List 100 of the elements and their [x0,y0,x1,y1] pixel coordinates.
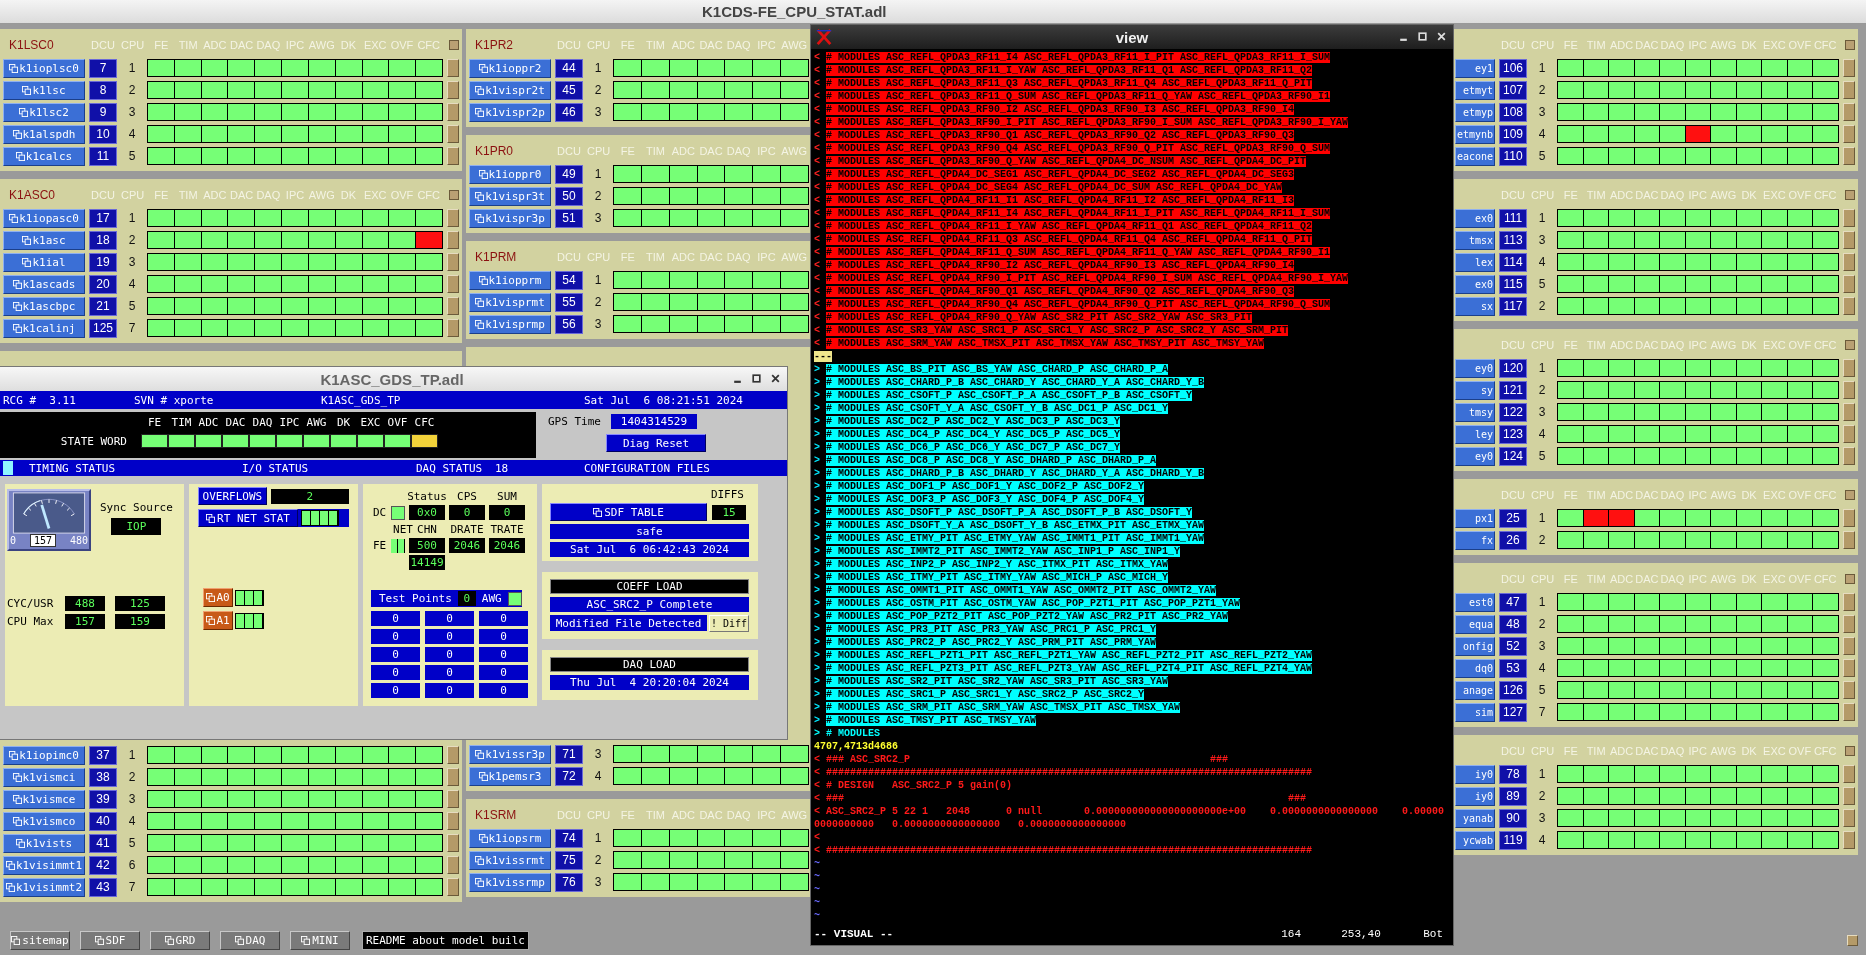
display-button[interactable]: k1lsc2 [3,102,85,122]
display-button[interactable]: sx [1455,296,1495,316]
display-button[interactable]: ey0 [1455,446,1495,466]
display-button[interactable]: yanab [1455,808,1495,828]
display-button[interactable]: k1visprmp [469,314,551,334]
detail-button[interactable] [1843,615,1855,633]
detail-button[interactable] [447,319,459,337]
detail-button[interactable] [1843,81,1855,99]
sdf-table-button[interactable]: SDF TABLE [550,503,707,521]
detail-button[interactable] [1843,297,1855,315]
detail-button[interactable] [1843,253,1855,271]
display-button[interactable]: GRD [150,931,210,950]
detail-button[interactable] [447,275,459,293]
display-button[interactable]: k1ascbpc [3,296,85,316]
display-button[interactable]: k1lsc [3,80,85,100]
display-button[interactable]: k1vists [3,833,85,853]
detail-button[interactable] [1843,425,1855,443]
display-button[interactable]: sim [1455,702,1495,722]
display-button[interactable]: sitemap [10,931,70,950]
display-button[interactable]: k1alspdh [3,124,85,144]
detail-button[interactable] [1843,359,1855,377]
readme-button[interactable]: README about model builc [362,931,529,950]
detail-button[interactable] [447,834,459,852]
detail-button[interactable] [447,81,459,99]
diag-reset-button[interactable]: Diag Reset [606,434,706,452]
close-icon[interactable] [770,373,781,384]
display-button[interactable]: k1asc [3,230,85,250]
display-button[interactable]: k1iopsrm [469,828,551,848]
display-button[interactable]: k1vismce [3,789,85,809]
detail-button[interactable] [447,231,459,249]
detail-button[interactable] [1843,103,1855,121]
display-button[interactable]: lex [1455,252,1495,272]
display-button[interactable]: ycwab [1455,830,1495,850]
display-button[interactable]: ex0 [1455,208,1495,228]
display-button[interactable]: k1vispr2p [469,102,551,122]
display-button[interactable]: k1vispr3t [469,186,551,206]
display-button[interactable]: px1 [1455,508,1495,528]
display-button[interactable]: k1ioppr0 [469,164,551,184]
display-button[interactable]: k1pemsr3 [469,766,551,786]
detail-button[interactable] [447,856,459,874]
detail-button[interactable] [447,297,459,315]
display-button[interactable]: ex0 [1455,274,1495,294]
detail-button[interactable] [1843,637,1855,655]
display-button[interactable]: ley [1455,424,1495,444]
display-button[interactable]: k1visimmt2 [3,877,85,897]
detail-button[interactable] [1843,809,1855,827]
display-button[interactable]: k1vispr2t [469,80,551,100]
detail-button[interactable] [1843,531,1855,549]
display-button[interactable]: ey0 [1455,358,1495,378]
overflows-button[interactable]: OVERFLOWS [198,487,267,505]
detail-button[interactable] [1843,765,1855,783]
display-button[interactable]: SDF [80,931,140,950]
detail-button[interactable] [447,103,459,121]
display-button[interactable]: k1iopprm [469,270,551,290]
display-button[interactable]: ey1 [1455,58,1495,78]
display-button[interactable]: etmyt [1455,80,1495,100]
display-button[interactable]: k1visimmt1 [3,855,85,875]
detail-button[interactable] [447,209,459,227]
detail-button[interactable] [447,878,459,896]
detail-button[interactable] [1843,787,1855,805]
display-button[interactable]: iy0 [1455,786,1495,806]
detail-button[interactable] [1843,381,1855,399]
display-button[interactable]: k1ioplsc0 [3,58,85,78]
rt-net-stat-button[interactable]: RT NET STAT [198,509,298,527]
detail-button[interactable] [1843,125,1855,143]
display-button[interactable]: tmsx [1455,230,1495,250]
display-button[interactable]: k1vispr3p [469,208,551,228]
detail-button[interactable] [1843,147,1855,165]
display-button[interactable]: anage [1455,680,1495,700]
display-button[interactable]: k1vismco [3,811,85,831]
display-button[interactable]: MINI [290,931,350,950]
display-button[interactable]: k1vissr3p [469,744,551,764]
display-button[interactable]: k1calinj [3,318,85,338]
display-button[interactable]: est0 [1455,592,1495,612]
display-button[interactable]: etmynb [1455,124,1495,144]
detail-button[interactable] [447,125,459,143]
detail-button[interactable] [1843,703,1855,721]
detail-button[interactable] [1847,935,1858,946]
display-button[interactable]: eacone [1455,146,1495,166]
detail-button[interactable] [1843,59,1855,77]
display-button[interactable]: equa [1455,614,1495,634]
display-button[interactable]: k1iopimc0 [3,745,85,765]
detail-button[interactable] [1843,209,1855,227]
display-button[interactable]: etmyp [1455,102,1495,122]
detail-button[interactable] [1843,231,1855,249]
display-button[interactable]: k1visprmt [469,292,551,312]
display-button[interactable]: k1ascads [3,274,85,294]
display-button[interactable]: k1ioppr2 [469,58,551,78]
display-button[interactable]: DAQ [220,931,280,950]
display-button[interactable]: onfig [1455,636,1495,656]
detail-button[interactable] [447,59,459,77]
display-button[interactable]: iy0 [1455,764,1495,784]
display-button[interactable]: k1iopasc0 [3,208,85,228]
detail-button[interactable] [447,746,459,764]
adc-button[interactable]: A0 [203,588,233,607]
display-button[interactable]: fx [1455,530,1495,550]
display-button[interactable]: k1calcs [3,146,85,166]
diff-button[interactable]: ! Diff [709,615,749,632]
display-button[interactable]: k1vissrmp [469,872,551,892]
detail-button[interactable] [447,790,459,808]
